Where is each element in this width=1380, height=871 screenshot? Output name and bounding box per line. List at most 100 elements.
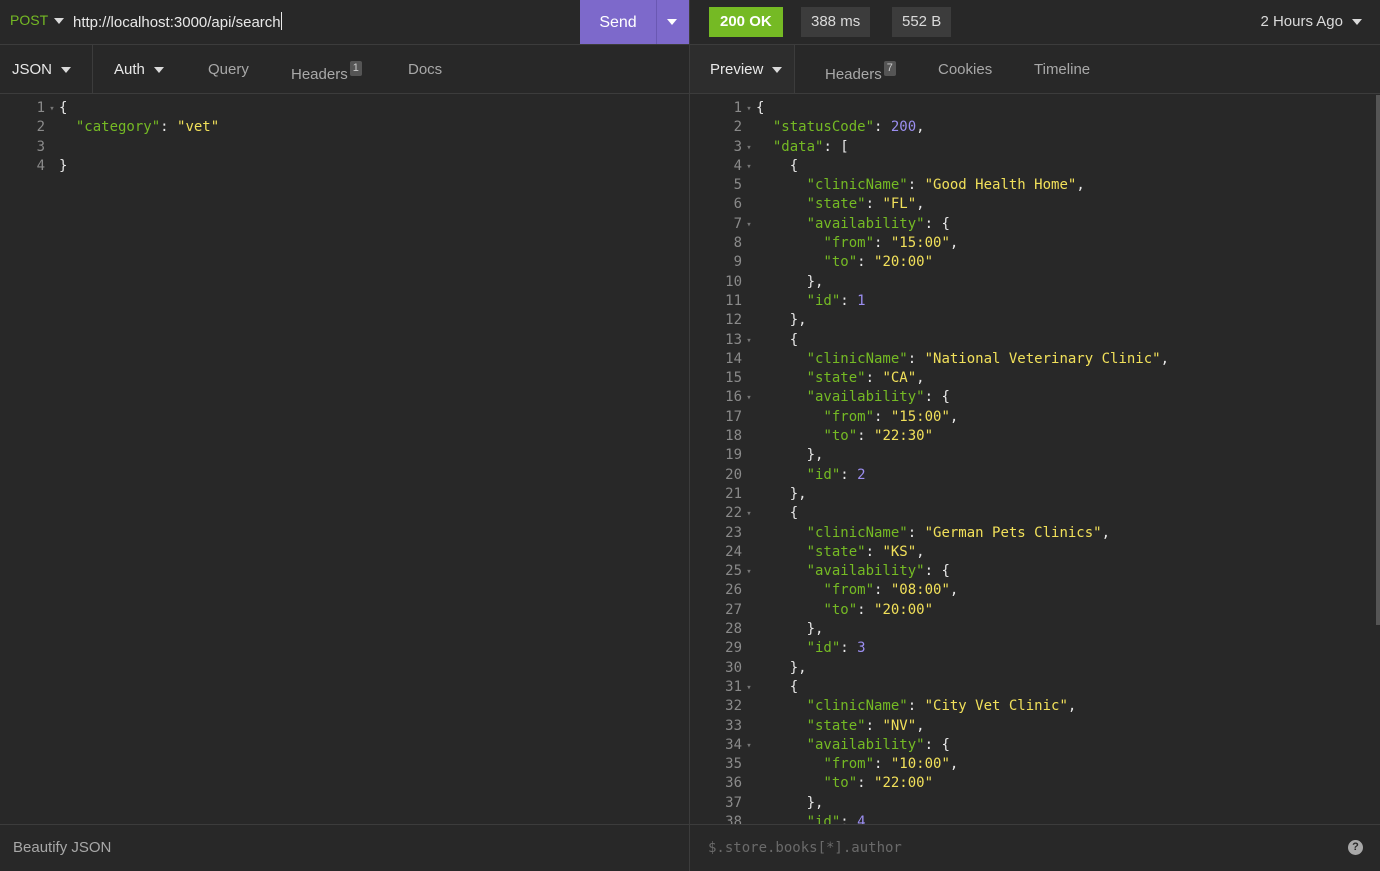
fold-toggle-icon[interactable]: ▾ bbox=[742, 158, 756, 177]
code-token: }, bbox=[756, 485, 807, 502]
code-token: }, bbox=[756, 312, 807, 329]
code-line: 11 "id": 1 bbox=[690, 292, 1376, 311]
response-tabs: Preview Headers 7 Cookies Timeline bbox=[690, 45, 1380, 94]
fold-toggle-icon[interactable]: ▾ bbox=[742, 737, 756, 756]
fold-toggle-icon[interactable]: ▾ bbox=[742, 505, 756, 524]
code-token: "KS" bbox=[882, 543, 917, 560]
fold-toggle-icon[interactable]: ▾ bbox=[742, 216, 756, 235]
code-token: : bbox=[907, 350, 925, 367]
send-options-button[interactable] bbox=[656, 0, 689, 44]
send-button[interactable]: Send bbox=[580, 0, 656, 44]
code-token: , bbox=[916, 370, 925, 387]
method-dropdown[interactable]: POST bbox=[10, 12, 65, 28]
fold-toggle-icon[interactable]: ▾ bbox=[742, 332, 756, 351]
code-line: 29 "id": 3 bbox=[690, 639, 1376, 658]
code-token: "from" bbox=[823, 235, 875, 252]
line-number: 34 bbox=[725, 736, 742, 753]
tab-query[interactable]: Query bbox=[208, 61, 249, 78]
code-line: 4} bbox=[0, 157, 689, 176]
line-number: 13 bbox=[725, 331, 742, 348]
code-token: "15:00" bbox=[890, 235, 950, 252]
request-tabs: JSON Auth Query Headers 1 Docs bbox=[0, 45, 689, 94]
line-number: 8 bbox=[733, 235, 742, 252]
tab-cookies[interactable]: Cookies bbox=[938, 61, 992, 78]
tab-docs[interactable]: Docs bbox=[408, 61, 442, 78]
status-badge: 200 OK bbox=[709, 7, 783, 37]
code-token: "id" bbox=[806, 292, 841, 309]
fold-toggle-icon[interactable]: ▾ bbox=[742, 389, 756, 408]
code-token: "from" bbox=[823, 408, 875, 425]
url-input[interactable]: http://localhost:3000/api/search bbox=[73, 12, 282, 31]
code-token: : bbox=[160, 119, 178, 136]
code-token: }, bbox=[756, 447, 824, 464]
line-number: 28 bbox=[725, 621, 742, 638]
help-icon[interactable]: ? bbox=[1348, 840, 1363, 855]
tab-label: Cookies bbox=[938, 61, 993, 78]
tab-auth[interactable]: Auth bbox=[114, 61, 164, 78]
tab-label: Headers bbox=[825, 66, 882, 83]
response-preview[interactable]: 1 ▾{2 "statusCode": 200, 3 ▾ "data": [4 ▾ {5… bbox=[690, 99, 1376, 824]
tab-preview: Preview bbox=[710, 61, 783, 78]
line-number: 4 bbox=[36, 157, 45, 174]
code-line: 12 }, bbox=[690, 311, 1376, 330]
code-token: { bbox=[756, 100, 765, 116]
code-token: , bbox=[916, 196, 925, 213]
code-token: : [ bbox=[823, 138, 849, 155]
beautify-json-button[interactable]: Beautify JSON bbox=[13, 839, 111, 856]
code-token: 4 bbox=[857, 813, 866, 824]
tab-label: Query bbox=[208, 61, 249, 78]
chevron-down-icon bbox=[153, 67, 164, 74]
line-number: 36 bbox=[725, 775, 742, 792]
line-number: 7 bbox=[733, 215, 742, 232]
code-token: { bbox=[756, 505, 799, 522]
body-type-dropdown[interactable]: JSON bbox=[0, 45, 93, 93]
code-token: "category" bbox=[75, 119, 161, 136]
response-filter-input[interactable] bbox=[708, 837, 1328, 859]
line-number: 35 bbox=[725, 756, 742, 773]
code-token: , bbox=[1067, 698, 1077, 715]
code-line: 25 ▾ "availability": { bbox=[690, 562, 1376, 581]
response-time-badge: 388 ms bbox=[801, 7, 871, 37]
code-token: : bbox=[865, 196, 883, 213]
fold-toggle-icon[interactable]: ▾ bbox=[742, 563, 756, 582]
code-token: : bbox=[857, 775, 875, 792]
tab-response-headers[interactable]: Headers 7 bbox=[825, 61, 896, 83]
preview-dropdown[interactable]: Preview bbox=[690, 45, 795, 93]
fold-toggle-icon[interactable]: ▾ bbox=[742, 100, 756, 119]
fold-toggle-icon[interactable]: ▾ bbox=[45, 100, 59, 119]
response-scrollbar[interactable] bbox=[1376, 95, 1380, 625]
code-token: : bbox=[840, 292, 858, 309]
fold-toggle-icon[interactable]: ▾ bbox=[742, 679, 756, 698]
headers-count-badge: 1 bbox=[349, 61, 362, 76]
code-token: : bbox=[840, 466, 858, 483]
history-dropdown[interactable]: 2 Hours Ago bbox=[1260, 13, 1362, 30]
code-line: 36 "to": "22:00" bbox=[690, 774, 1376, 793]
code-token: } bbox=[59, 157, 68, 174]
line-number: 22 bbox=[725, 505, 742, 522]
request-body-editor[interactable]: 1 ▾{2 "category": "vet" 3 4} bbox=[0, 99, 689, 176]
line-number: 4 bbox=[733, 157, 742, 174]
line-number: 2 bbox=[36, 119, 45, 136]
code-token: "20:00" bbox=[874, 601, 934, 618]
fold-toggle-icon[interactable]: ▾ bbox=[742, 139, 756, 158]
code-token: : bbox=[874, 408, 891, 425]
code-token: "from" bbox=[823, 756, 875, 773]
code-token: : bbox=[907, 177, 925, 194]
code-token: "22:30" bbox=[874, 428, 934, 445]
line-number: 14 bbox=[725, 350, 742, 367]
code-line: 13 ▾ { bbox=[690, 331, 1376, 350]
tab-headers[interactable]: Headers 1 bbox=[291, 61, 362, 83]
code-token: : bbox=[874, 582, 891, 599]
tab-timeline[interactable]: Timeline bbox=[1034, 61, 1090, 78]
top-bar: POST http://localhost:3000/api/search Se… bbox=[0, 0, 1380, 45]
line-number: 31 bbox=[725, 678, 742, 695]
